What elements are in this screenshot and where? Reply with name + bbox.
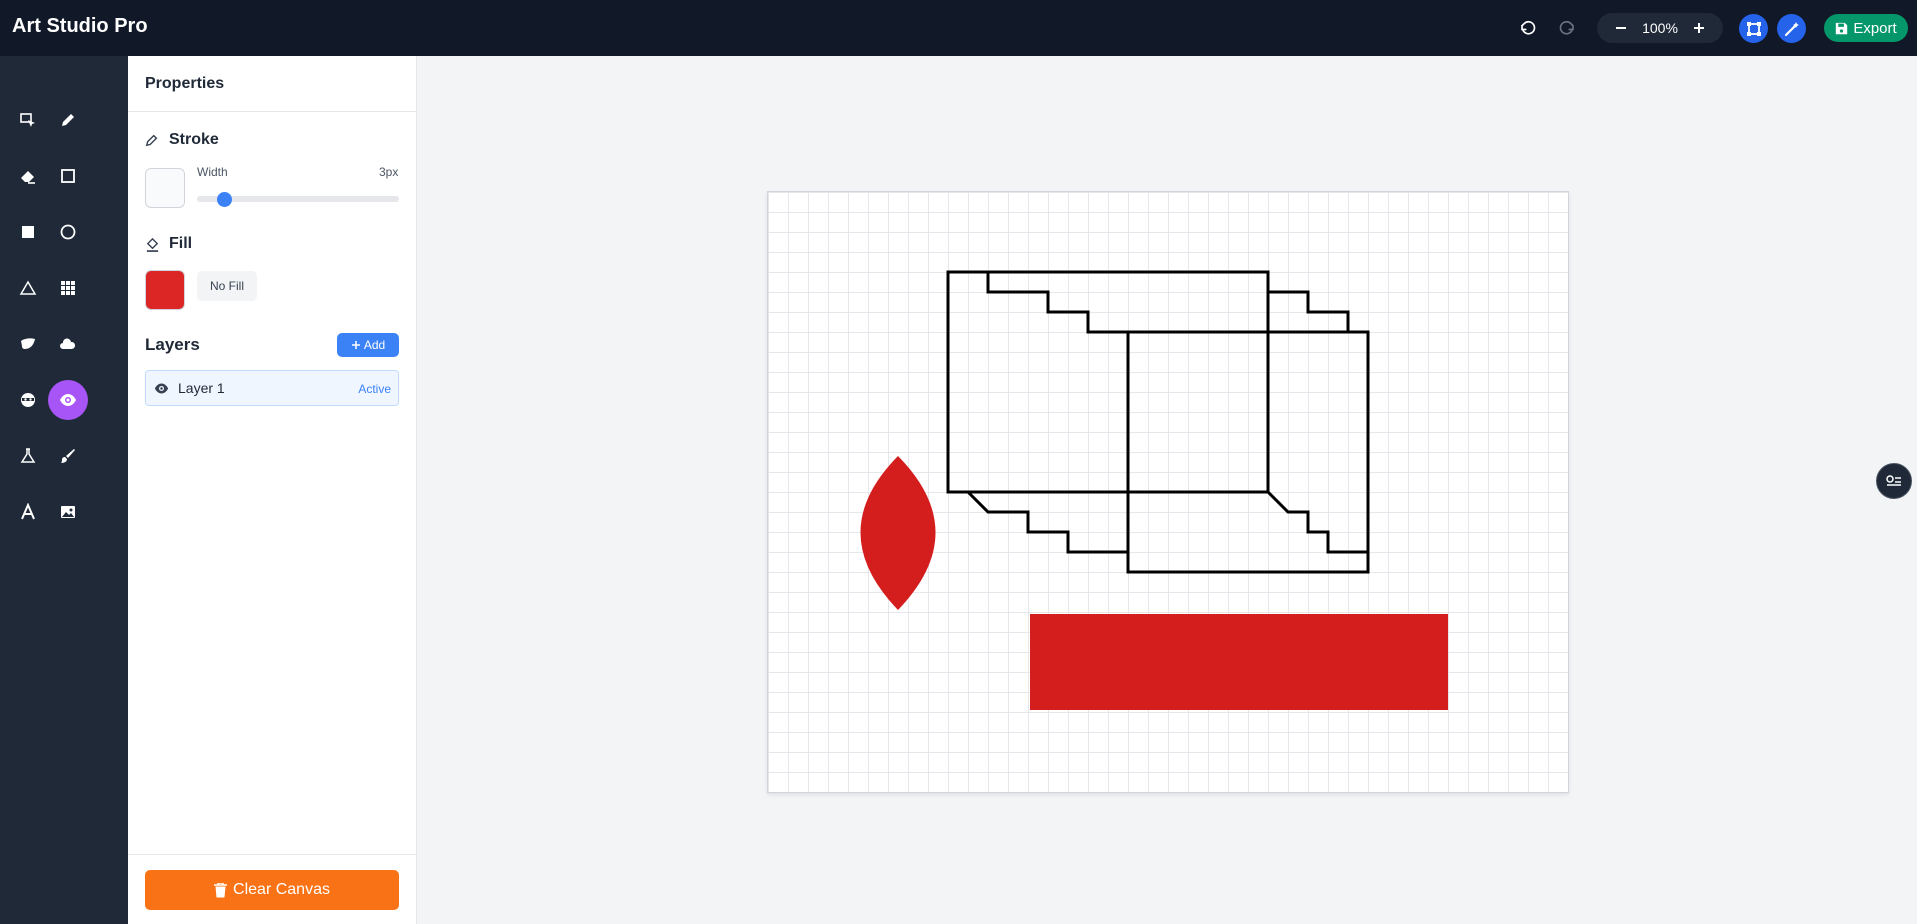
eye-icon[interactable]: [154, 381, 169, 396]
square-fill-icon: [22, 226, 34, 238]
drawing-canvas[interactable]: [767, 191, 1569, 793]
eye-icon: [60, 394, 76, 406]
plus-icon: [351, 341, 360, 349]
width-slider-thumb[interactable]: [217, 192, 232, 207]
trash-icon: [214, 882, 228, 897]
cloud-icon: [60, 338, 76, 349]
undo-icon[interactable]: [1514, 14, 1542, 42]
fill-title: Fill: [169, 235, 193, 252]
drawn-box-front-face: [1126, 330, 1370, 574]
pencil-icon: [62, 114, 74, 126]
clear-canvas-button[interactable]: Clear Canvas: [145, 870, 399, 910]
magic-button[interactable]: [1777, 14, 1806, 43]
fill-color-swatch[interactable]: [145, 270, 185, 310]
image-icon: [61, 506, 75, 518]
triangle-tool[interactable]: [8, 268, 48, 308]
mask-tool[interactable]: [8, 380, 48, 420]
tool-rail: [0, 56, 128, 924]
brush-icon: [61, 449, 75, 463]
leaf-tool[interactable]: [8, 324, 48, 364]
image-tool[interactable]: [48, 492, 88, 532]
select-tool[interactable]: [8, 100, 48, 140]
floating-settings-button[interactable]: [1876, 463, 1912, 499]
square-outline-icon: [61, 169, 75, 183]
zoom-value: 100%: [1642, 20, 1678, 36]
drawn-red-leaf: [860, 456, 936, 610]
minus-icon: [1616, 27, 1626, 29]
zoom-control: 100%: [1597, 13, 1723, 43]
transform-button[interactable]: [1739, 14, 1768, 43]
drawn-staircase-top-left: [948, 270, 1128, 334]
transform-icon: [1746, 21, 1761, 36]
zoom-out-button[interactable]: [1609, 16, 1633, 40]
flask-icon: [20, 448, 36, 463]
brush-tool[interactable]: [48, 436, 88, 476]
width-value: 3px: [379, 165, 399, 179]
grid-tool[interactable]: [48, 268, 88, 308]
properties-panel: Properties Stroke Width 3px Fill No Fill…: [128, 56, 417, 924]
text-icon: [21, 503, 35, 520]
layer-status: Active: [358, 382, 391, 396]
panel-header: Properties: [128, 56, 416, 112]
drawn-staircase-top-right: [1266, 272, 1368, 334]
settings-list-icon: [1886, 475, 1901, 486]
stroke-title: Stroke: [169, 131, 219, 148]
circle-tool[interactable]: [48, 212, 88, 252]
magic-wand-icon: [1784, 21, 1799, 36]
drawn-staircase-bottom-right: [1266, 490, 1368, 554]
rectangle-fill-tool[interactable]: [8, 212, 48, 252]
eraser-tool[interactable]: [8, 156, 48, 196]
app-title: Art Studio Pro: [12, 15, 148, 37]
pencil-icon: [145, 134, 158, 147]
eye-tool[interactable]: [48, 380, 88, 420]
redo-icon[interactable]: [1553, 14, 1581, 42]
save-icon: [1836, 22, 1848, 34]
canvas-drawing: [860, 270, 1448, 710]
select-icon: [20, 113, 35, 127]
drawn-red-rectangle: [1030, 614, 1448, 710]
panel-footer: Clear Canvas: [128, 854, 416, 924]
eraser-icon: [21, 171, 35, 184]
pencil-tool[interactable]: [48, 100, 88, 140]
layer-name: Layer 1: [178, 380, 225, 396]
grid-icon: [61, 281, 75, 295]
drawn-staircase-bottom-left: [966, 490, 1128, 554]
plus-icon: [1694, 23, 1704, 33]
flask-tool[interactable]: [8, 436, 48, 476]
paint-bucket-icon: [146, 237, 159, 252]
layers-title: Layers: [145, 335, 200, 354]
panel-title: Properties: [145, 75, 225, 92]
width-label: Width: [197, 165, 228, 179]
clear-canvas-label: Clear Canvas: [233, 881, 330, 898]
export-label: Export: [1853, 19, 1897, 37]
export-button[interactable]: Export: [1824, 14, 1908, 42]
leaf-icon: [21, 338, 35, 349]
drawn-box-back-face: [946, 270, 1270, 494]
mask-icon: [21, 393, 35, 407]
rectangle-outline-tool[interactable]: [48, 156, 88, 196]
add-layer-button[interactable]: Add: [337, 333, 399, 357]
stroke-color-swatch[interactable]: [145, 168, 185, 208]
no-fill-button[interactable]: No Fill: [197, 271, 257, 301]
text-tool[interactable]: [8, 492, 48, 532]
add-layer-label: Add: [363, 338, 386, 352]
triangle-icon: [19, 280, 37, 295]
zoom-in-button[interactable]: [1687, 16, 1711, 40]
cloud-tool[interactable]: [48, 324, 88, 364]
circle-icon: [60, 224, 76, 240]
layer-row[interactable]: Layer 1 Active: [145, 370, 399, 406]
top-bar: Art Studio Pro 100% Export: [0, 0, 1917, 56]
